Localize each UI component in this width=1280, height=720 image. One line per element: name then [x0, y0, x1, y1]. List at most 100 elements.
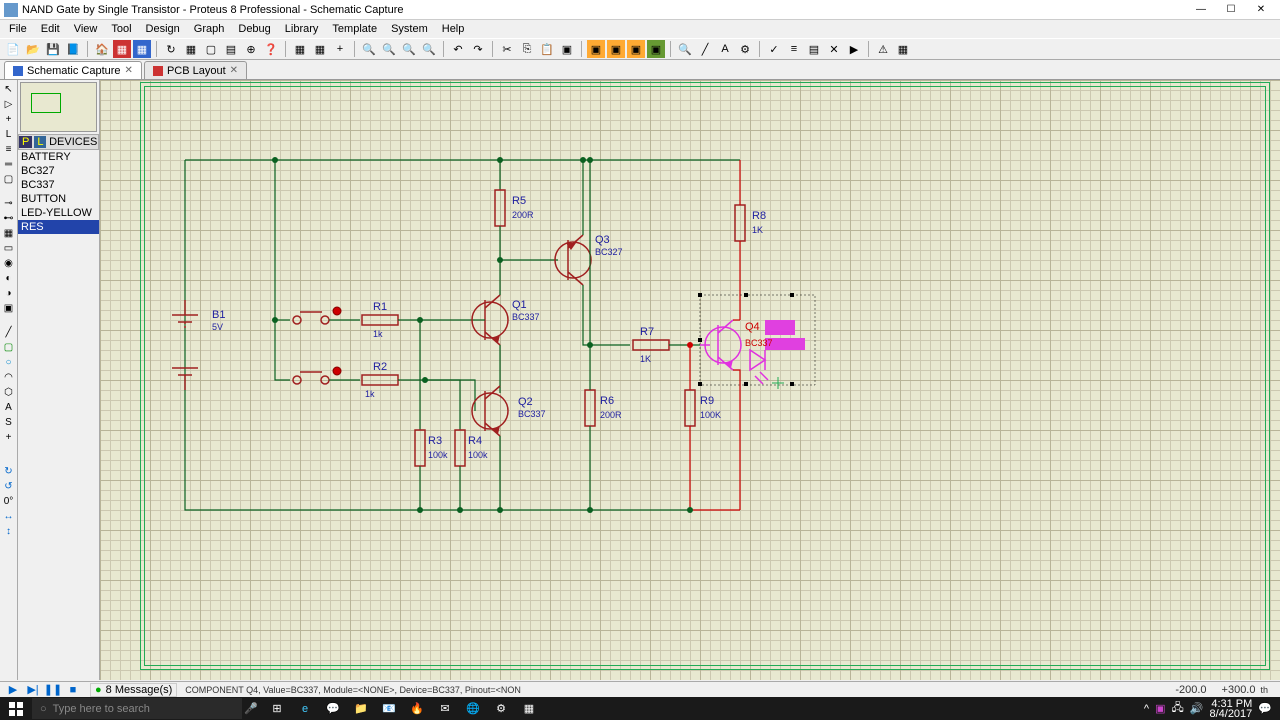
terminal-tool-icon[interactable]: ⊸ — [2, 196, 16, 210]
subcircuit-icon[interactable]: ▢ — [2, 172, 16, 186]
tab-pcb[interactable]: PCB Layout ✕ — [144, 61, 247, 79]
block-rotate-icon[interactable]: ▣ — [607, 40, 625, 58]
erc-icon[interactable]: ✓ — [765, 40, 783, 58]
pick-parts-icon[interactable]: P — [19, 136, 32, 148]
close-button[interactable]: ✕ — [1246, 2, 1276, 18]
sheet-icon[interactable]: ▢ — [202, 40, 220, 58]
pick-icon[interactable]: ▣ — [647, 40, 665, 58]
probe-i-icon[interactable]: ◑ — [2, 286, 16, 300]
toggle-grid-icon[interactable]: ▦ — [291, 40, 309, 58]
search-input[interactable]: ○ Type here to search — [32, 698, 242, 719]
angle-field[interactable]: 0° — [2, 494, 16, 508]
pause-button[interactable]: ❚❚ — [44, 683, 62, 697]
text-script-icon[interactable]: ≡ — [2, 142, 16, 156]
menu-debug[interactable]: Debug — [231, 23, 277, 35]
zoom-out-icon[interactable]: 🔍 — [380, 40, 398, 58]
block-delete-icon[interactable]: ▣ — [627, 40, 645, 58]
selection-tool-icon[interactable]: ↖ — [2, 82, 16, 96]
component-resistor-r5[interactable]: R5 200R — [495, 190, 534, 226]
network-icon[interactable]: 🖧 — [1172, 699, 1184, 718]
component-resistor-r9[interactable]: R9 100K — [685, 390, 721, 426]
menu-system[interactable]: System — [384, 23, 435, 35]
component-button-2[interactable] — [293, 367, 341, 384]
component-battery-b1[interactable]: B1 5V — [172, 300, 225, 390]
maximize-button[interactable]: ☐ — [1216, 2, 1246, 18]
origin-icon[interactable]: ⊕ — [242, 40, 260, 58]
grid-icon[interactable]: ▦ — [182, 40, 200, 58]
component-resistor-r6[interactable]: R6 200R — [585, 390, 622, 426]
label-tool-icon[interactable]: L — [2, 127, 16, 141]
file-explorer-icon[interactable]: 📁 — [348, 697, 374, 720]
copy-icon[interactable]: ⎘ — [518, 40, 536, 58]
task-view-icon[interactable]: ⊞ — [264, 697, 290, 720]
flip-h-icon[interactable]: ↔ — [2, 509, 16, 523]
component-resistor-r1[interactable]: R1 1k — [362, 301, 398, 339]
clock[interactable]: 4:31 PM 8/4/2017 — [1209, 699, 1252, 719]
play-button[interactable]: ▶ — [4, 683, 22, 697]
minimize-button[interactable]: — — [1186, 2, 1216, 18]
tray-app-icon[interactable]: ▣ — [1155, 702, 1165, 715]
component-resistor-r7[interactable]: R7 1K — [633, 326, 669, 364]
menu-graph[interactable]: Graph — [187, 23, 232, 35]
arc-2d-icon[interactable]: ◠ — [2, 370, 16, 384]
menu-file[interactable]: File — [2, 23, 34, 35]
app-icon-1[interactable]: 💬 — [320, 697, 346, 720]
wire-tool-icon[interactable]: ╱ — [696, 40, 714, 58]
menu-tool[interactable]: Tool — [104, 23, 138, 35]
property-icon[interactable]: ⚙ — [736, 40, 754, 58]
menu-help[interactable]: Help — [435, 23, 472, 35]
device-item[interactable]: BC327 — [18, 164, 99, 178]
cut-icon[interactable]: ✂ — [498, 40, 516, 58]
text-tool-icon[interactable]: A — [716, 40, 734, 58]
component-tool-icon[interactable]: ▷ — [2, 97, 16, 111]
block-move-icon[interactable]: ▣ — [587, 40, 605, 58]
start-button[interactable] — [0, 697, 32, 720]
paste-icon[interactable]: 📋 — [538, 40, 556, 58]
edge-icon[interactable]: e — [292, 697, 318, 720]
mic-icon[interactable]: 🎤 — [242, 702, 260, 715]
block-copy-icon[interactable]: ▣ — [558, 40, 576, 58]
stop-button[interactable]: ■ — [64, 683, 82, 697]
circle-2d-icon[interactable]: ○ — [2, 355, 16, 369]
overview-window[interactable] — [20, 82, 97, 132]
path-2d-icon[interactable]: ⬡ — [2, 385, 16, 399]
new-icon[interactable]: 📄 — [4, 40, 22, 58]
device-item[interactable]: BC337 — [18, 178, 99, 192]
help-icon[interactable]: ❓ — [262, 40, 280, 58]
open-icon[interactable]: 📂 — [24, 40, 42, 58]
instrument-icon[interactable]: ▣ — [2, 301, 16, 315]
box-2d-icon[interactable]: ▢ — [2, 340, 16, 354]
bom-icon[interactable]: ▤ — [805, 40, 823, 58]
zoom-area-icon[interactable]: 🔍 — [420, 40, 438, 58]
app-icon-3[interactable]: 🔥 — [404, 697, 430, 720]
component-transistor-q4-selected[interactable]: Q4 BC337 — [698, 293, 815, 510]
rotate-ccw-icon[interactable]: ↺ — [2, 479, 16, 493]
zoom-all-icon[interactable]: 🔍 — [400, 40, 418, 58]
device-item-selected[interactable]: RES — [18, 220, 99, 234]
tab-close[interactable]: ✕ — [125, 65, 133, 76]
menu-view[interactable]: View — [67, 23, 105, 35]
center-icon[interactable]: + — [331, 40, 349, 58]
refresh-icon[interactable]: ↻ — [162, 40, 180, 58]
flip-v-icon[interactable]: ↕ — [2, 524, 16, 538]
device-item[interactable]: BATTERY — [18, 150, 99, 164]
device-item[interactable]: BUTTON — [18, 192, 99, 206]
component-transistor-q2[interactable]: Q2 BC337 — [472, 386, 546, 436]
mail-icon[interactable]: ✉ — [432, 697, 458, 720]
3d-icon[interactable]: ▦ — [894, 40, 912, 58]
app-icon-4[interactable]: ⚙ — [488, 697, 514, 720]
libraries-icon[interactable]: L — [34, 136, 46, 148]
rotate-cw-icon[interactable]: ↻ — [2, 464, 16, 478]
component-resistor-r2[interactable]: R2 1k — [362, 361, 398, 399]
pcb-icon[interactable]: ▦ — [133, 40, 151, 58]
notifications-icon[interactable]: 💬 — [1258, 702, 1272, 715]
menu-template[interactable]: Template — [325, 23, 384, 35]
schematic-icon[interactable]: ▦ — [113, 40, 131, 58]
schematic-canvas[interactable]: B1 5V — [100, 80, 1280, 680]
menu-edit[interactable]: Edit — [34, 23, 67, 35]
volume-icon[interactable]: 🔊 — [1190, 702, 1204, 715]
component-resistor-r8[interactable]: R8 1K — [735, 205, 766, 241]
tab-schematic[interactable]: Schematic Capture ✕ — [4, 61, 142, 79]
text-2d-icon[interactable]: A — [2, 400, 16, 414]
generator-icon[interactable]: ◉ — [2, 256, 16, 270]
